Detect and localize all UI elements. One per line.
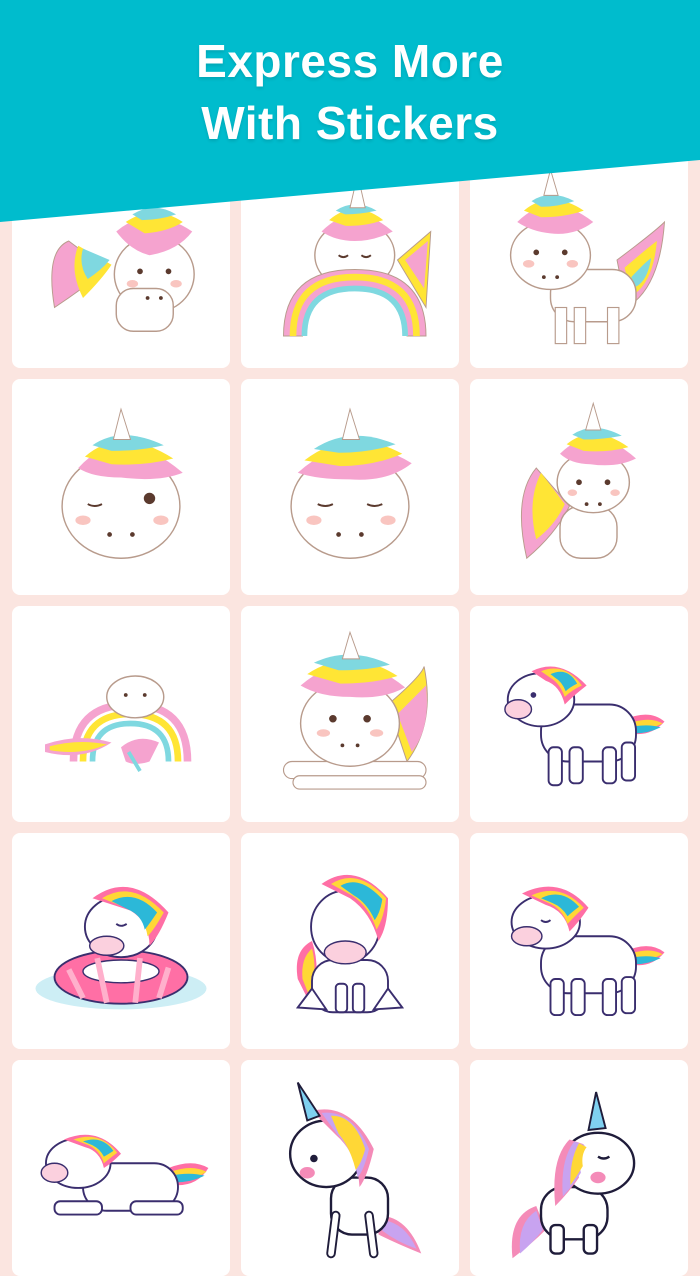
sticker-tile[interactable] — [241, 379, 459, 595]
pony-sitting-icon — [295, 874, 405, 1014]
pony-lying-icon — [40, 1134, 209, 1216]
unicorn-face-sleepy-icon — [290, 407, 412, 559]
sticker-tile[interactable] — [470, 833, 688, 1049]
pony-walking-eyes-closed-icon — [510, 886, 665, 1017]
sticker-grid — [12, 152, 688, 1276]
winged-unicorn-small-icon — [520, 401, 636, 560]
pony-swim-ring-icon — [35, 886, 207, 1010]
headline: Express More With Stickers — [0, 30, 700, 154]
pony-walking-icon — [504, 666, 665, 787]
headline-line-1: Express More — [196, 35, 504, 87]
sticker-tile[interactable] — [470, 379, 688, 595]
unicorn-face-winking-icon — [61, 407, 183, 559]
unicorn-rearing-icon — [288, 1081, 422, 1259]
sticker-tile[interactable] — [241, 606, 459, 822]
sticker-tile[interactable] — [470, 606, 688, 822]
sticker-tile[interactable] — [12, 833, 230, 1049]
headline-line-2: With Stickers — [201, 97, 499, 149]
unicorn-lying-rainbow-icon — [45, 675, 192, 772]
sticker-tile[interactable] — [12, 606, 230, 822]
header-banner: Express More With Stickers — [0, 0, 700, 230]
sticker-tile[interactable] — [12, 379, 230, 595]
unicorn-standing-icon — [511, 1091, 636, 1259]
sticker-tile[interactable] — [241, 833, 459, 1049]
unicorn-lying-down-icon — [282, 630, 428, 790]
